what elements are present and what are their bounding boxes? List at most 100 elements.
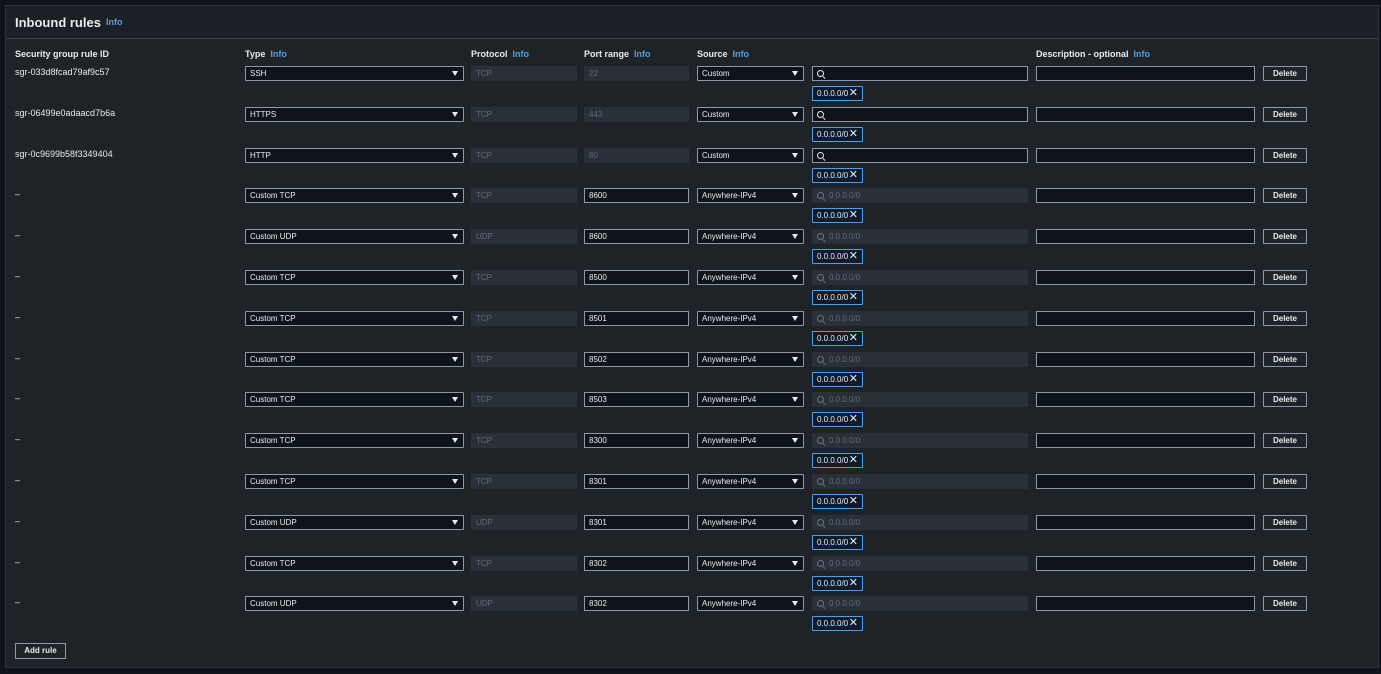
type-select[interactable]: Custom TCP bbox=[245, 310, 464, 326]
type-info-link[interactable]: Info bbox=[270, 49, 287, 59]
close-icon[interactable]: ✕ bbox=[849, 87, 858, 100]
source-select[interactable]: Anywhere-IPv4 bbox=[697, 596, 804, 612]
close-icon[interactable]: ✕ bbox=[849, 454, 858, 467]
source-select[interactable]: Anywhere-IPv4 bbox=[697, 392, 804, 408]
port-range-input[interactable]: 8501 bbox=[584, 310, 689, 326]
delete-rule-button[interactable]: Delete bbox=[1263, 433, 1307, 449]
source-select[interactable]: Anywhere-IPv4 bbox=[697, 229, 804, 245]
description-input[interactable] bbox=[1036, 66, 1255, 81]
type-select[interactable]: Custom TCP bbox=[245, 188, 464, 204]
delete-rule-button[interactable]: Delete bbox=[1263, 310, 1307, 326]
port-range-input[interactable]: 8301 bbox=[584, 474, 689, 489]
delete-rule-button[interactable]: Delete bbox=[1263, 188, 1307, 204]
source-select[interactable]: Anywhere-IPv4 bbox=[697, 351, 804, 367]
delete-rule-button[interactable]: Delete bbox=[1263, 66, 1307, 81]
port-range-input[interactable]: 8502 bbox=[584, 351, 689, 367]
source-select[interactable]: Custom bbox=[697, 147, 804, 163]
delete-rule-button[interactable]: Delete bbox=[1263, 106, 1307, 122]
description-input[interactable] bbox=[1036, 229, 1255, 245]
source-select[interactable]: Custom bbox=[697, 106, 804, 122]
type-select[interactable]: Custom TCP bbox=[245, 270, 464, 285]
type-value: Custom UDP bbox=[250, 599, 297, 609]
port-range-info-link[interactable]: Info bbox=[634, 49, 651, 59]
header-type: Type Info bbox=[245, 49, 287, 59]
delete-rule-button[interactable]: Delete bbox=[1263, 229, 1307, 245]
description-input[interactable] bbox=[1036, 106, 1255, 122]
close-icon[interactable]: ✕ bbox=[849, 169, 858, 182]
protocol-info-link[interactable]: Info bbox=[513, 49, 530, 59]
description-input[interactable] bbox=[1036, 596, 1255, 612]
type-select[interactable]: Custom UDP bbox=[245, 596, 464, 612]
source-select[interactable]: Anywhere-IPv4 bbox=[697, 433, 804, 449]
close-icon[interactable]: ✕ bbox=[849, 536, 858, 549]
caret-down-icon bbox=[452, 601, 458, 607]
close-icon[interactable]: ✕ bbox=[849, 413, 858, 426]
delete-rule-button[interactable]: Delete bbox=[1263, 270, 1307, 285]
source-select[interactable]: Anywhere-IPv4 bbox=[697, 555, 804, 571]
description-input[interactable] bbox=[1036, 270, 1255, 285]
source-select[interactable]: Anywhere-IPv4 bbox=[697, 310, 804, 326]
port-range-input[interactable]: 8503 bbox=[584, 392, 689, 408]
close-icon[interactable]: ✕ bbox=[849, 209, 858, 222]
description-input[interactable] bbox=[1036, 310, 1255, 326]
close-icon[interactable]: ✕ bbox=[849, 332, 858, 345]
close-icon[interactable]: ✕ bbox=[849, 617, 858, 630]
type-select[interactable]: Custom TCP bbox=[245, 433, 464, 449]
type-select[interactable]: HTTPS bbox=[245, 106, 464, 122]
type-select[interactable]: Custom TCP bbox=[245, 474, 464, 489]
type-select[interactable]: Custom TCP bbox=[245, 351, 464, 367]
close-icon[interactable]: ✕ bbox=[849, 577, 858, 590]
cidr-token: 0.0.0.0/0 ✕ bbox=[812, 494, 863, 509]
description-input[interactable] bbox=[1036, 351, 1255, 367]
source-info-link[interactable]: Info bbox=[733, 49, 750, 59]
description-input[interactable] bbox=[1036, 147, 1255, 163]
source-select[interactable]: Anywhere-IPv4 bbox=[697, 474, 804, 489]
delete-rule-button[interactable]: Delete bbox=[1263, 147, 1307, 163]
port-range-input[interactable]: 8600 bbox=[584, 229, 689, 245]
close-icon[interactable]: ✕ bbox=[849, 373, 858, 386]
description-input[interactable] bbox=[1036, 474, 1255, 489]
source-select[interactable]: Custom bbox=[697, 66, 804, 81]
port-range-input[interactable]: 8600 bbox=[584, 188, 689, 204]
cidr-search-input[interactable] bbox=[812, 66, 1028, 81]
type-select[interactable]: Custom UDP bbox=[245, 229, 464, 245]
port-range-input[interactable]: 8300 bbox=[584, 433, 689, 449]
close-icon[interactable]: ✕ bbox=[849, 291, 858, 304]
close-icon[interactable]: ✕ bbox=[849, 495, 858, 508]
cidr-search-input: 0.0.0.0/0 bbox=[812, 188, 1028, 204]
add-rule-button[interactable]: Add rule bbox=[15, 643, 66, 659]
cidr-search-placeholder: 0.0.0.0/0 bbox=[829, 273, 861, 282]
port-range-input[interactable]: 8301 bbox=[584, 514, 689, 530]
search-icon bbox=[817, 355, 824, 363]
close-icon[interactable]: ✕ bbox=[849, 250, 858, 263]
source-select[interactable]: Anywhere-IPv4 bbox=[697, 270, 804, 285]
delete-rule-button[interactable]: Delete bbox=[1263, 392, 1307, 408]
port-range-input[interactable]: 8500 bbox=[584, 270, 689, 285]
port-range-input[interactable]: 8302 bbox=[584, 555, 689, 571]
port-range-input[interactable]: 8302 bbox=[584, 596, 689, 612]
port-range-field: 80 bbox=[584, 147, 689, 163]
delete-rule-button[interactable]: Delete bbox=[1263, 351, 1307, 367]
delete-rule-button[interactable]: Delete bbox=[1263, 555, 1307, 571]
description-info-link[interactable]: Info bbox=[1134, 49, 1151, 59]
type-value: HTTPS bbox=[250, 109, 277, 119]
type-select[interactable]: Custom UDP bbox=[245, 514, 464, 530]
delete-rule-button[interactable]: Delete bbox=[1263, 514, 1307, 530]
description-input[interactable] bbox=[1036, 433, 1255, 449]
type-select[interactable]: HTTP bbox=[245, 147, 464, 163]
description-input[interactable] bbox=[1036, 555, 1255, 571]
delete-rule-button[interactable]: Delete bbox=[1263, 596, 1307, 612]
cidr-search-input[interactable] bbox=[812, 106, 1028, 122]
source-select[interactable]: Anywhere-IPv4 bbox=[697, 514, 804, 530]
delete-rule-button[interactable]: Delete bbox=[1263, 474, 1307, 489]
type-select[interactable]: SSH bbox=[245, 66, 464, 81]
description-input[interactable] bbox=[1036, 392, 1255, 408]
source-select[interactable]: Anywhere-IPv4 bbox=[697, 188, 804, 204]
description-input[interactable] bbox=[1036, 188, 1255, 204]
type-select[interactable]: Custom TCP bbox=[245, 392, 464, 408]
type-select[interactable]: Custom TCP bbox=[245, 555, 464, 571]
cidr-search-input[interactable] bbox=[812, 147, 1028, 163]
description-input[interactable] bbox=[1036, 514, 1255, 530]
close-icon[interactable]: ✕ bbox=[849, 128, 858, 141]
panel-info-link[interactable]: Info bbox=[106, 17, 123, 27]
